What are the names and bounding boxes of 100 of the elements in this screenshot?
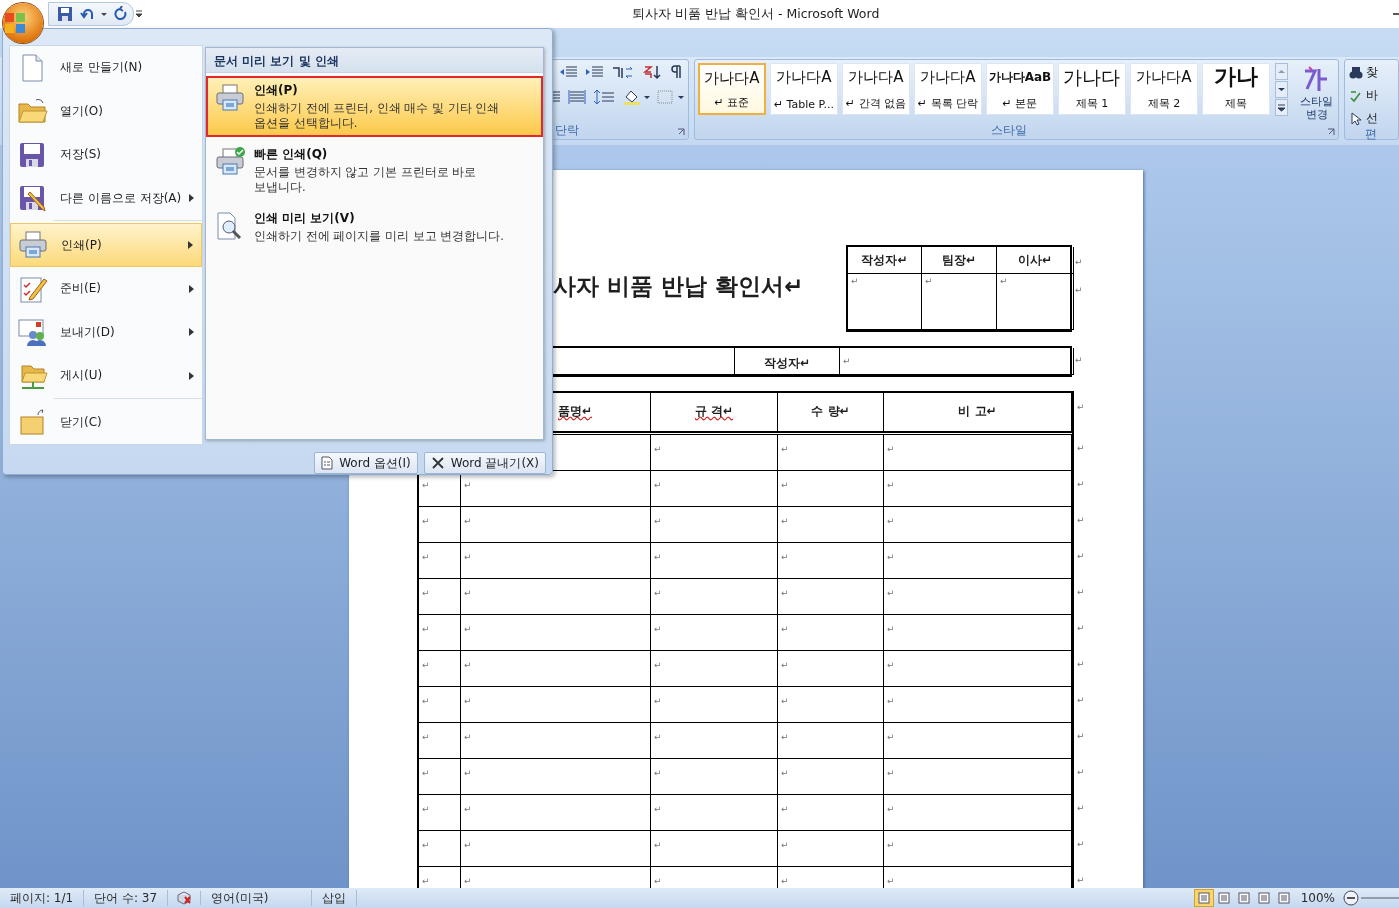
table-cell: ↵ bbox=[651, 795, 778, 831]
save-icon[interactable] bbox=[57, 6, 73, 22]
table-cell: ↵ bbox=[884, 795, 1072, 831]
line-spacing-icon[interactable] bbox=[591, 89, 616, 106]
menu-item[interactable]: 게시(U) bbox=[10, 353, 202, 398]
menu-item[interactable]: 준비(E) bbox=[10, 266, 202, 311]
style-tile[interactable]: 가나다A ↵ 목록 단락 bbox=[913, 63, 982, 116]
table-header-cell: 이사↵ bbox=[997, 247, 1074, 274]
table-header-cell: 규 격↵ bbox=[651, 393, 778, 432]
dialog-launcher-icon[interactable] bbox=[676, 128, 685, 137]
style-name: ↵ 간격 없음 bbox=[845, 96, 907, 112]
word-options-button[interactable]: Word 옵션(I) bbox=[314, 452, 418, 474]
binoculars-icon bbox=[1348, 66, 1363, 80]
table-cell: ↵ bbox=[419, 507, 461, 543]
table-cell: ↵ bbox=[461, 651, 651, 687]
table-cell: ↵ bbox=[778, 831, 884, 867]
table-cell: ↵ bbox=[884, 831, 1072, 867]
shading-icon[interactable] bbox=[621, 89, 650, 106]
style-tile[interactable]: 가나다A ↵ 간격 없음 bbox=[841, 63, 910, 116]
office-logo-icon bbox=[3, 11, 27, 35]
style-name: ↵ 본문 bbox=[1002, 96, 1038, 112]
caret-icon bbox=[189, 284, 194, 293]
style-tile[interactable]: 가나다AaB ↵ 본문 bbox=[985, 63, 1054, 116]
table-cell: ↵ bbox=[884, 579, 1072, 615]
table-cell: ↵ bbox=[884, 507, 1072, 543]
style-preview: 가나 bbox=[1213, 68, 1258, 87]
style-tile[interactable]: 가나다A 제목 2 bbox=[1129, 63, 1198, 116]
style-tile[interactable]: 가나 제목 bbox=[1201, 63, 1270, 116]
menu-item[interactable]: 다른 이름으로 저장(A) bbox=[10, 176, 202, 221]
table-cell: ↵ bbox=[651, 615, 778, 651]
editing-command[interactable]: 선 bbox=[1348, 110, 1398, 128]
language[interactable]: 영어(미국) bbox=[201, 890, 312, 906]
submenu-item-description: 인쇄하기 전에 프린터, 인쇄 매수 및 기타 인쇄 옵션을 선택합니다. bbox=[254, 101, 500, 131]
more-icon[interactable] bbox=[1274, 99, 1288, 117]
style-name: ↵ 표준 bbox=[714, 95, 750, 111]
options-icon bbox=[321, 456, 334, 470]
table-cell: ↵ bbox=[461, 723, 651, 759]
row-end-mark: ↵ bbox=[1077, 838, 1085, 851]
menu-item[interactable]: 보내기(D) bbox=[10, 310, 202, 354]
menu-item[interactable]: 저장(S) bbox=[10, 133, 202, 177]
page-count[interactable]: 페이지: 1/1 bbox=[0, 890, 85, 906]
table-cell: ↵ bbox=[778, 435, 884, 471]
insert-mode[interactable]: 삽입 bbox=[311, 890, 357, 906]
group-label: 스타일 bbox=[990, 123, 1029, 140]
editing-command[interactable]: 바 bbox=[1348, 87, 1398, 105]
submenu-item[interactable]: 인쇄 미리 보기(V) 인쇄하기 전에 페이지를 미리 보고 변경합니다. bbox=[206, 204, 543, 250]
cursor-icon bbox=[1348, 112, 1363, 126]
dialog-launcher-icon[interactable] bbox=[1326, 128, 1335, 137]
proofing-icon[interactable] bbox=[176, 891, 193, 905]
table-cell: ↵ bbox=[419, 759, 461, 795]
word-count[interactable]: 단어 수: 37 bbox=[84, 890, 169, 906]
table-cell: ↵ bbox=[419, 579, 461, 615]
row-end-mark: ↵ bbox=[1075, 355, 1083, 365]
table-cell: ↵ bbox=[651, 435, 778, 471]
table-cell: ↵ bbox=[419, 831, 461, 867]
table-header-cell: 팀장↵ bbox=[922, 247, 997, 274]
table-cell: ↵ bbox=[778, 507, 884, 543]
sort-icon[interactable] bbox=[641, 64, 662, 81]
table-cell: ↵ bbox=[651, 507, 778, 543]
table-cell: ↵ bbox=[419, 723, 461, 759]
style-preview: 가나다A bbox=[1136, 68, 1192, 87]
style-tile[interactable]: 가나다 제목 1 bbox=[1057, 63, 1126, 116]
close-icon bbox=[430, 456, 445, 470]
submenu-item[interactable]: 빠른 인쇄(Q) 문서를 변경하지 않고 기본 프린터로 바로 보냅니다. bbox=[206, 140, 543, 201]
style-name: 제목 bbox=[1224, 96, 1247, 112]
table-cell: ↵ bbox=[651, 543, 778, 579]
table-header-cell: 비 고↵ bbox=[884, 393, 1072, 432]
distribute-icon[interactable] bbox=[567, 89, 586, 106]
customize-toolbar-icon[interactable] bbox=[134, 9, 144, 19]
replace-icon bbox=[1348, 89, 1363, 103]
view-button[interactable] bbox=[1194, 890, 1213, 906]
change-styles-button[interactable]: 스타일 변경 bbox=[1293, 63, 1340, 124]
table-cell: ↵ bbox=[778, 759, 884, 795]
zoom-out-icon[interactable] bbox=[1343, 890, 1359, 906]
window-title: 퇴사자 비품 반납 확인서 - Microsoft Word bbox=[632, 5, 880, 23]
exit-word-button[interactable]: Word 끝내기(X) bbox=[423, 452, 546, 474]
menu-item[interactable]: 닫기(C) bbox=[10, 400, 202, 445]
scroll-down-icon[interactable] bbox=[1274, 81, 1288, 99]
table-cell: ↵ bbox=[778, 651, 884, 687]
style-tile[interactable]: 가나다A ↵ Table P... bbox=[769, 63, 838, 116]
undo-icon[interactable] bbox=[79, 6, 95, 22]
caret-icon bbox=[188, 241, 193, 249]
menu-item[interactable]: 인쇄(P) bbox=[10, 223, 202, 267]
border-icon[interactable] bbox=[655, 89, 684, 106]
printer-check-icon bbox=[214, 146, 246, 178]
style-tile[interactable]: 가나다A ↵ 표준 bbox=[697, 63, 766, 116]
menu-item[interactable]: 열기(O) bbox=[10, 89, 202, 134]
table-cell: ↵ bbox=[651, 687, 778, 723]
zoom-level[interactable]: 100% bbox=[1300, 891, 1335, 905]
row-end-mark: ↵ bbox=[1077, 694, 1085, 707]
printer-icon bbox=[17, 229, 49, 261]
row-end-mark: ↵ bbox=[1077, 514, 1085, 527]
group-label: 단락 bbox=[554, 123, 581, 140]
style-name: ↵ 목록 단락 bbox=[917, 96, 979, 112]
row-end-mark: ↵ bbox=[1077, 442, 1085, 455]
editing-command[interactable]: 찾 bbox=[1348, 64, 1398, 82]
submenu-item[interactable]: 인쇄(P) 인쇄하기 전에 프린터, 인쇄 매수 및 기타 인쇄 옵션을 선택합니다. bbox=[206, 76, 543, 137]
style-name: 제목 1 bbox=[1075, 96, 1109, 112]
redo-icon[interactable] bbox=[113, 6, 129, 22]
menu-item[interactable]: 새로 만들기(N) bbox=[10, 46, 202, 90]
